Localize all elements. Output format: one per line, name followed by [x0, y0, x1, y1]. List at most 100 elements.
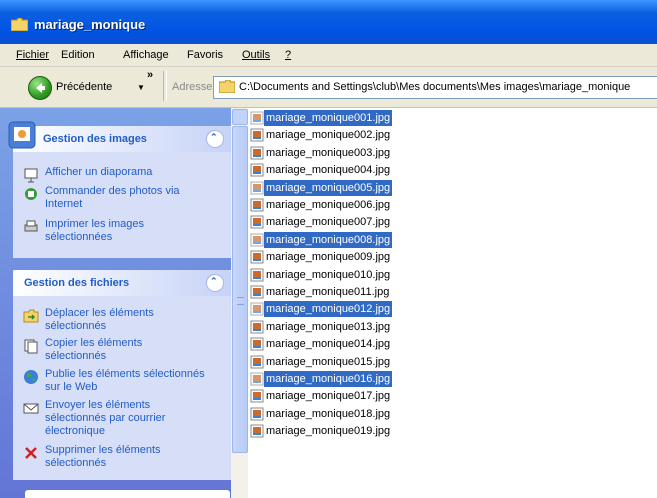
- jpg-file-icon: [250, 146, 264, 160]
- jpg-file-icon: [250, 215, 264, 229]
- address-path: C:\Documents and Settings\club\Mes docum…: [239, 81, 631, 93]
- folder-icon: [11, 18, 28, 31]
- file-tasks-header[interactable]: Gestion des fichiers ⌃: [13, 270, 231, 296]
- back-arrow-icon: [28, 76, 52, 100]
- menu-help-label: ?: [285, 49, 292, 61]
- file-item[interactable]: mariage_monique010.jpg: [250, 267, 450, 284]
- task-print-label: Imprimer les images sélectionnées: [45, 218, 145, 243]
- slideshow-icon: [24, 168, 38, 183]
- task-email-label: Envoyer les éléments sélectionnés par co…: [45, 399, 166, 437]
- file-item[interactable]: mariage_monique019.jpg: [250, 423, 450, 440]
- jpg-file-icon: [250, 407, 264, 421]
- file-name: mariage_monique012.jpg: [264, 301, 393, 318]
- file-name: mariage_monique014.jpg: [266, 338, 391, 351]
- file-name: mariage_monique007.jpg: [266, 216, 391, 229]
- file-item[interactable]: mariage_monique006.jpg: [250, 197, 450, 214]
- jpg-file-icon: [250, 181, 264, 195]
- order-photos-icon: [25, 188, 37, 200]
- file-name: mariage_monique005.jpg: [264, 179, 393, 196]
- file-item[interactable]: mariage_monique018.jpg: [250, 406, 450, 423]
- toolbar: Précédente ▼ » Adresse C:\Documents and …: [0, 67, 657, 108]
- file-name: mariage_monique019.jpg: [266, 425, 391, 438]
- file-name: mariage_monique004.jpg: [266, 164, 391, 177]
- move-icon: [23, 309, 39, 323]
- image-tasks-title: Gestion des images: [43, 133, 147, 145]
- jpg-file-icon: [250, 268, 264, 282]
- menu-edition[interactable]: Edition: [61, 49, 95, 61]
- scroll-up-icon[interactable]: [232, 109, 248, 125]
- file-item[interactable]: mariage_monique017.jpg: [250, 388, 450, 405]
- menu-fichier-label: Fichier: [16, 49, 50, 61]
- jpg-file-icon: [250, 372, 264, 386]
- file-name: mariage_monique016.jpg: [264, 371, 393, 387]
- jpg-file-icon: [250, 302, 264, 316]
- file-item[interactable]: mariage_monique012.jpg: [250, 301, 450, 318]
- jpg-file-icon: [250, 128, 264, 142]
- task-pane: Gestion des images ⌃ Afficher un diapora…: [0, 108, 242, 498]
- task-pane-scrollbar[interactable]: [231, 108, 248, 498]
- menu-outils[interactable]: Outils: [242, 49, 270, 61]
- menu-help[interactable]: ?: [285, 49, 291, 61]
- printer-icon: [24, 220, 38, 232]
- jpg-file-icon: [250, 355, 264, 369]
- file-tasks-panel: Gestion des fichiers ⌃ Déplacer les élém…: [13, 270, 231, 480]
- menu-affichage[interactable]: Affichage: [123, 49, 169, 61]
- back-button[interactable]: Précédente ▼: [14, 74, 154, 100]
- file-name: mariage_monique017.jpg: [266, 390, 391, 403]
- menu-fichier[interactable]: Fichier: [16, 49, 49, 61]
- file-tasks-title: Gestion des fichiers: [24, 277, 130, 289]
- file-item[interactable]: mariage_monique016.jpg: [250, 371, 450, 388]
- file-name: mariage_monique006.jpg: [266, 199, 391, 211]
- menu-favoris[interactable]: Favoris: [187, 49, 223, 61]
- jpg-file-icon: [250, 111, 264, 125]
- file-item[interactable]: mariage_monique001.jpg: [250, 110, 450, 127]
- file-name: mariage_monique011.jpg: [266, 286, 390, 298]
- collapse-icon[interactable]: ⌃: [206, 274, 224, 292]
- copy-icon: [24, 339, 38, 354]
- globe-icon: [24, 370, 38, 384]
- jpg-file-icon: [250, 389, 264, 403]
- scroll-thumb[interactable]: [232, 126, 248, 453]
- task-delete-label: Supprimer les éléments sélectionnés: [45, 444, 161, 469]
- file-item[interactable]: mariage_monique003.jpg: [250, 145, 450, 162]
- task-move-label: Déplacer les éléments sélectionnés: [45, 307, 154, 332]
- file-name: mariage_monique003.jpg: [266, 146, 391, 159]
- task-order-photos-label: Commander des photos via Internet: [45, 185, 180, 210]
- jpg-file-icon: [250, 198, 264, 212]
- task-copy-label: Copier les éléments sélectionnés: [45, 337, 143, 362]
- file-item[interactable]: mariage_monique011.jpg: [250, 284, 450, 301]
- jpg-file-icon: [250, 233, 264, 247]
- file-item[interactable]: mariage_monique009.jpg: [250, 249, 450, 266]
- file-item[interactable]: mariage_monique002.jpg: [250, 127, 450, 144]
- next-panel-edge: [25, 490, 230, 498]
- image-tasks-header[interactable]: Gestion des images ⌃: [8, 121, 231, 152]
- file-name: mariage_monique015.jpg: [266, 355, 391, 368]
- file-item[interactable]: mariage_monique008.jpg: [250, 231, 450, 249]
- jpg-file-icon: [250, 424, 264, 438]
- file-name: mariage_monique018.jpg: [266, 407, 391, 420]
- menu-outils-label: Outils: [242, 49, 271, 61]
- file-item[interactable]: mariage_monique004.jpg: [250, 162, 450, 179]
- jpg-file-icon: [250, 163, 264, 177]
- file-item[interactable]: mariage_monique013.jpg: [250, 319, 450, 336]
- delete-icon: [25, 447, 37, 459]
- collapse-icon[interactable]: ⌃: [206, 130, 224, 148]
- file-item[interactable]: mariage_monique014.jpg: [250, 336, 450, 353]
- image-tasks-panel: Gestion des images ⌃ Afficher un diapora…: [8, 121, 231, 258]
- file-name: mariage_monique001.jpg: [264, 110, 393, 126]
- file-item[interactable]: mariage_monique005.jpg: [250, 179, 450, 197]
- address-field[interactable]: C:\Documents and Settings\club\Mes docum…: [213, 76, 657, 99]
- address-label: Adresse: [172, 81, 213, 93]
- window-title: mariage_monique: [34, 17, 146, 32]
- jpg-file-icon: [250, 285, 264, 299]
- menu-bar: Fichier Edition Affichage Favoris Outils…: [0, 44, 657, 67]
- file-item[interactable]: mariage_monique015.jpg: [250, 354, 450, 371]
- chevron-down-icon[interactable]: ▼: [137, 83, 145, 92]
- jpg-file-icon: [250, 320, 264, 334]
- file-name: mariage_monique009.jpg: [266, 251, 391, 264]
- title-bar[interactable]: mariage_monique: [0, 0, 657, 44]
- toolbar-more-chevron[interactable]: »: [147, 69, 153, 81]
- back-label: Précédente: [56, 81, 113, 93]
- email-icon: [23, 403, 39, 414]
- file-item[interactable]: mariage_monique007.jpg: [250, 214, 450, 231]
